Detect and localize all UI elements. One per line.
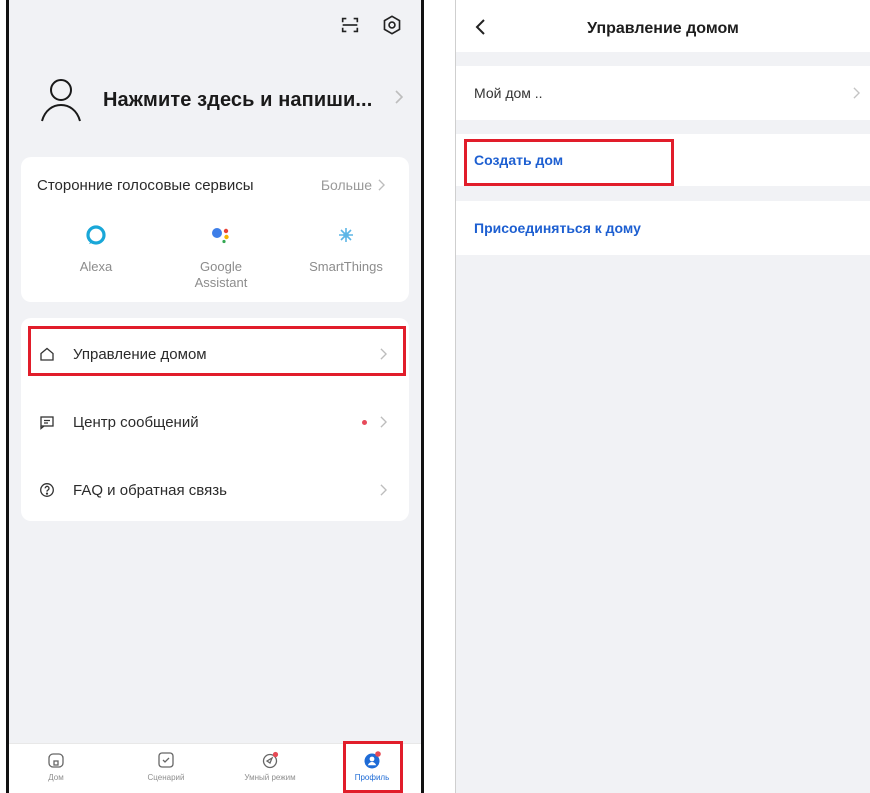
alexa-icon — [86, 225, 106, 245]
google-label-line1: Google — [200, 259, 242, 274]
profile-menu-card: Управление домом Центр сообщений FAQ и о… — [21, 318, 409, 521]
tab-label: Сценарий — [147, 773, 185, 782]
create-home-label: Создать дом — [474, 152, 564, 168]
page-title: Управление домом — [587, 20, 739, 37]
chevron-right-icon — [378, 179, 385, 191]
google-assistant-icon — [212, 228, 229, 244]
join-home-button[interactable]: Присоединяться к дому — [456, 201, 870, 255]
help-circle-icon — [40, 483, 54, 497]
google-label-line2: Assistant — [194, 275, 248, 290]
smartthings-icon — [339, 228, 353, 242]
profile-tab-icon — [364, 751, 381, 769]
tab-label: Дом — [48, 773, 64, 782]
message-icon — [40, 416, 54, 430]
home-management-screen: Управление домом Мой дом .. Создать дом … — [456, 0, 870, 793]
tab-smart[interactable]: Умный режим — [225, 748, 315, 782]
tab-label: Профиль — [354, 773, 390, 782]
profile-name: Нажмите здесь и напиши... — [103, 88, 373, 111]
more-label: Больше — [320, 177, 372, 193]
tab-scene[interactable]: Сценарий — [121, 748, 211, 782]
smartthings-service[interactable]: SmartThings — [291, 223, 401, 275]
chevron-right-icon — [395, 90, 403, 104]
menu-label: Управление домом — [73, 345, 207, 363]
chevron-right-icon — [380, 416, 387, 428]
bottom-tab-bar: Дом Сценарий Умный режим Профиль — [9, 743, 421, 793]
home-tab-icon — [48, 753, 64, 768]
chevron-right-icon — [853, 87, 860, 99]
top-navigation-bar: Управление домом — [456, 0, 870, 52]
profile-header[interactable]: Нажмите здесь и напиши... — [9, 60, 421, 140]
home-name: Мой дом .. — [474, 85, 543, 101]
scene-tab-icon — [158, 752, 174, 768]
menu-item-faq-feedback[interactable]: FAQ и обратная связь — [21, 462, 409, 518]
scan-icon[interactable] — [339, 14, 361, 36]
avatar-icon — [41, 79, 81, 122]
alexa-service[interactable]: Alexa — [41, 223, 151, 275]
google-assistant-service[interactable]: Google Assistant — [166, 223, 276, 291]
top-icons — [339, 14, 403, 36]
voice-services-more-link[interactable]: Больше — [321, 177, 385, 193]
unread-dot — [362, 419, 367, 425]
home-outline-icon — [40, 347, 54, 361]
tab-profile[interactable]: Профиль — [327, 748, 417, 782]
alexa-label: Alexa — [79, 259, 113, 274]
screenshot-stage: Нажмите здесь и напиши... Сторонние голо… — [0, 0, 870, 793]
smartthings-label: SmartThings — [309, 259, 383, 274]
tab-home[interactable]: Дом — [11, 748, 101, 782]
middle-divider — [421, 0, 424, 793]
voice-services-title: Сторонние голосовые сервисы — [37, 177, 254, 194]
voice-services-card: Сторонние голосовые сервисы Больше Alexa — [21, 157, 409, 302]
profile-screen: Нажмите здесь и напиши... Сторонние голо… — [9, 0, 421, 793]
create-home-button[interactable]: Создать дом — [456, 134, 870, 186]
tab-label: Умный режим — [244, 773, 296, 782]
menu-label: Центр сообщений — [73, 413, 199, 431]
smart-tab-icon — [262, 751, 279, 769]
google-assistant-label: Google Assistant — [166, 259, 276, 291]
chevron-right-icon — [380, 484, 387, 496]
settings-icon[interactable] — [381, 14, 403, 36]
menu-item-message-center[interactable]: Центр сообщений — [21, 394, 409, 450]
menu-label: FAQ и обратная связь — [73, 481, 227, 499]
menu-item-home-management[interactable]: Управление домом — [21, 326, 409, 382]
home-list-item[interactable]: Мой дом .. — [456, 66, 870, 120]
chevron-right-icon — [380, 348, 387, 360]
join-home-label: Присоединяться к дому — [474, 220, 641, 236]
